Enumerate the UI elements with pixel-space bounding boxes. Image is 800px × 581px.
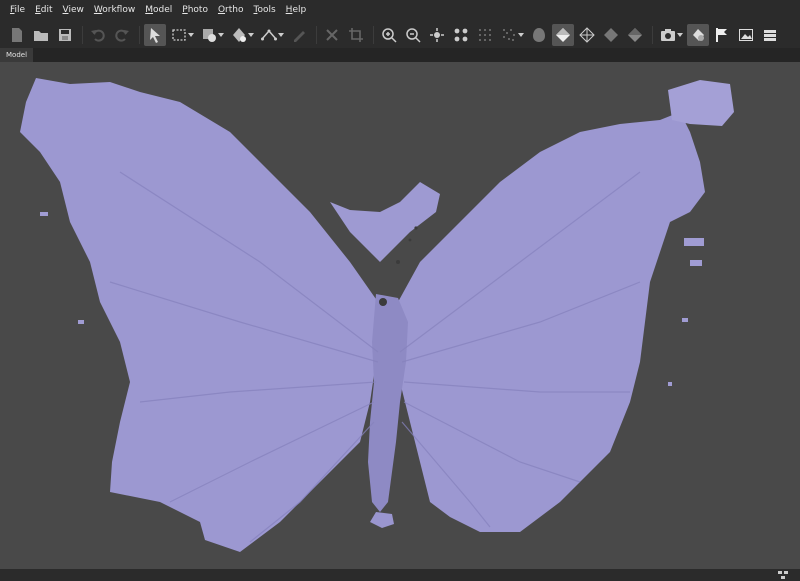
move-region-icon[interactable] — [198, 24, 220, 46]
crop-selection-icon[interactable] — [345, 24, 367, 46]
right-wing — [398, 112, 705, 532]
ruler-icon[interactable] — [258, 24, 280, 46]
butterfly-model — [20, 78, 734, 552]
delete-selection-icon[interactable] — [321, 24, 343, 46]
navigation-pointer-icon[interactable] — [144, 23, 166, 46]
menu-edit[interactable]: Edit — [35, 0, 52, 21]
tab-bar: Model — [0, 48, 800, 62]
camera-icon[interactable] — [657, 24, 679, 46]
model-wireframe-icon[interactable] — [576, 24, 598, 46]
model-viewport[interactable] — [0, 62, 800, 569]
toolbar-separator — [316, 25, 317, 44]
chevron-down-icon[interactable] — [677, 32, 683, 38]
zoom-in-icon[interactable] — [378, 24, 400, 46]
chevron-down-icon[interactable] — [218, 32, 224, 38]
toolbar-separator — [82, 25, 83, 44]
rectangle-selection-icon[interactable] — [168, 24, 190, 46]
image-view-icon[interactable] — [735, 24, 757, 46]
menu-tools[interactable]: Tools — [254, 0, 276, 21]
network-status-icon[interactable] — [778, 570, 788, 580]
status-bar — [0, 569, 800, 581]
chevron-down-icon[interactable] — [248, 32, 254, 38]
shapes-icon[interactable] — [687, 23, 709, 46]
chevron-down-icon[interactable] — [188, 32, 194, 38]
toolbar-separator — [139, 25, 140, 44]
menu-model[interactable]: Model — [145, 0, 172, 21]
new-document-icon[interactable] — [6, 24, 28, 46]
model-solid-icon[interactable] — [552, 23, 574, 46]
save-icon[interactable] — [54, 24, 76, 46]
zoom-out-icon[interactable] — [402, 24, 424, 46]
show-cameras-icon[interactable] — [450, 24, 472, 46]
tab-model[interactable]: Model — [0, 48, 34, 62]
menu-help[interactable]: Help — [286, 0, 307, 21]
undo-icon[interactable] — [87, 24, 109, 46]
redo-icon[interactable] — [111, 24, 133, 46]
right-wing-tip — [668, 80, 734, 126]
chevron-down-icon[interactable] — [518, 32, 524, 38]
chevron-down-icon[interactable] — [278, 32, 284, 38]
markers-flag-icon[interactable] — [711, 24, 733, 46]
tail — [370, 512, 394, 528]
model-textured-icon[interactable] — [624, 24, 646, 46]
dense-cloud-icon[interactable] — [498, 24, 520, 46]
menu-bar: File Edit View Workflow Model Photo Orth… — [0, 0, 800, 21]
menu-file[interactable]: File — [10, 0, 25, 21]
reset-view-icon[interactable] — [426, 24, 448, 46]
head-region — [330, 182, 440, 262]
menu-ortho[interactable]: Ortho — [218, 0, 244, 21]
tiled-model-icon[interactable] — [528, 24, 550, 46]
toolbar — [0, 21, 800, 48]
model-shaded-icon[interactable] — [600, 24, 622, 46]
point-cloud-icon[interactable] — [474, 24, 496, 46]
menu-photo[interactable]: Photo — [182, 0, 208, 21]
menu-view[interactable]: View — [63, 0, 84, 21]
rotate-object-icon[interactable] — [228, 24, 250, 46]
toolbar-separator — [652, 25, 653, 44]
toolbar-separator — [373, 25, 374, 44]
open-folder-icon[interactable] — [30, 24, 52, 46]
layers-icon[interactable] — [759, 24, 781, 46]
menu-workflow[interactable]: Workflow — [94, 0, 135, 21]
body — [368, 294, 408, 512]
left-wing — [20, 78, 378, 552]
draw-polyline-icon[interactable] — [288, 24, 310, 46]
